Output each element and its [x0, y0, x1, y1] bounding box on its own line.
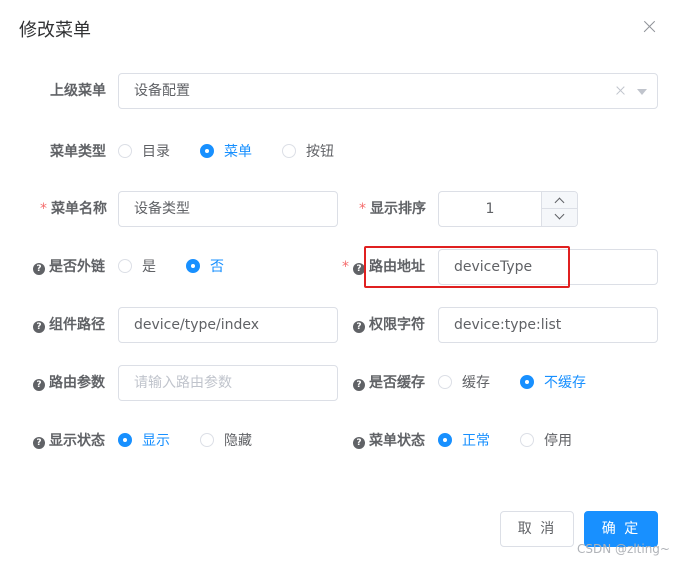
is-external-radio-yes[interactable]: 是 — [118, 257, 156, 277]
visible-radio-hide[interactable]: 隐藏 — [200, 431, 252, 451]
permission-input[interactable]: device:type:list — [438, 307, 658, 343]
sort-order-stepper[interactable]: 1 — [438, 191, 578, 227]
parent-menu-value: 设备配置 — [134, 83, 190, 99]
route-path-label: *? 路由地址 — [342, 259, 425, 275]
is-external-radio-no[interactable]: 否 — [186, 257, 224, 277]
question-circle-icon[interactable]: ? — [33, 379, 45, 391]
component-path-input[interactable]: device/type/index — [118, 307, 338, 343]
radio-circle — [186, 259, 200, 273]
close-icon[interactable] — [641, 18, 659, 36]
question-circle-icon[interactable]: ? — [353, 437, 365, 449]
radio-circle — [520, 375, 534, 389]
chevron-down-icon — [554, 209, 565, 220]
stepper-controls — [541, 192, 577, 226]
menu-type-radio-button[interactable]: 按钮 — [282, 142, 334, 162]
radio-circle — [200, 144, 214, 158]
required-asterisk: * — [342, 259, 349, 275]
watermark-text: CSDN @zlting~ — [577, 542, 670, 556]
radio-circle — [118, 144, 132, 158]
clear-icon[interactable] — [615, 85, 627, 97]
parent-menu-select[interactable]: 设备配置 — [118, 73, 658, 109]
status-radio-disabled[interactable]: 停用 — [520, 431, 572, 451]
menu-name-input[interactable]: 设备类型 — [118, 191, 338, 227]
cancel-button[interactable]: 取 消 — [500, 511, 574, 547]
radio-circle — [282, 144, 296, 158]
dialog-title: 修改菜单 — [19, 20, 91, 41]
edit-menu-dialog: 修改菜单 上级菜单 设备配置 菜单类型 目录 菜单 按钮 * 菜单名称 设备类型 … — [0, 0, 678, 567]
question-circle-icon[interactable]: ? — [33, 437, 45, 449]
sort-order-label: * 显示排序 — [359, 201, 426, 217]
menu-type-radio-menu[interactable]: 菜单 — [200, 142, 252, 162]
radio-circle — [520, 433, 534, 447]
parent-menu-label: 上级菜单 — [50, 83, 106, 99]
radio-circle — [118, 259, 132, 273]
radio-circle — [438, 375, 452, 389]
radio-circle — [118, 433, 132, 447]
required-asterisk: * — [359, 201, 366, 217]
is-cache-label: ? 是否缓存 — [353, 373, 425, 393]
route-params-label: ? 路由参数 — [33, 373, 105, 393]
question-circle-icon[interactable]: ? — [353, 379, 365, 391]
visible-radio-show[interactable]: 显示 — [118, 431, 170, 451]
question-circle-icon[interactable]: ? — [353, 263, 365, 275]
sort-order-value[interactable]: 1 — [439, 192, 541, 226]
route-params-input[interactable]: 请输入路由参数 — [118, 365, 338, 401]
required-asterisk: * — [40, 201, 47, 217]
status-label: ? 菜单状态 — [353, 431, 425, 451]
question-circle-icon[interactable]: ? — [33, 321, 45, 333]
component-path-label: ? 组件路径 — [33, 315, 105, 335]
caret-down-icon[interactable] — [637, 89, 647, 95]
is-cache-radio-cache[interactable]: 缓存 — [438, 373, 490, 393]
chevron-up-icon — [554, 197, 565, 208]
visible-label: ? 显示状态 — [33, 431, 105, 451]
increase-button[interactable] — [542, 192, 577, 209]
radio-circle — [438, 433, 452, 447]
is-cache-radio-no-cache[interactable]: 不缓存 — [520, 373, 586, 393]
menu-name-label: * 菜单名称 — [40, 201, 107, 217]
route-path-input[interactable]: deviceType — [438, 249, 658, 285]
permission-label: ? 权限字符 — [353, 315, 425, 335]
question-circle-icon[interactable]: ? — [33, 263, 45, 275]
menu-type-radio-directory[interactable]: 目录 — [118, 142, 170, 162]
menu-type-label: 菜单类型 — [50, 144, 106, 160]
radio-circle — [200, 433, 214, 447]
status-radio-normal[interactable]: 正常 — [438, 431, 490, 451]
is-external-label: ? 是否外链 — [33, 257, 105, 277]
decrease-button[interactable] — [542, 209, 577, 226]
question-circle-icon[interactable]: ? — [353, 321, 365, 333]
